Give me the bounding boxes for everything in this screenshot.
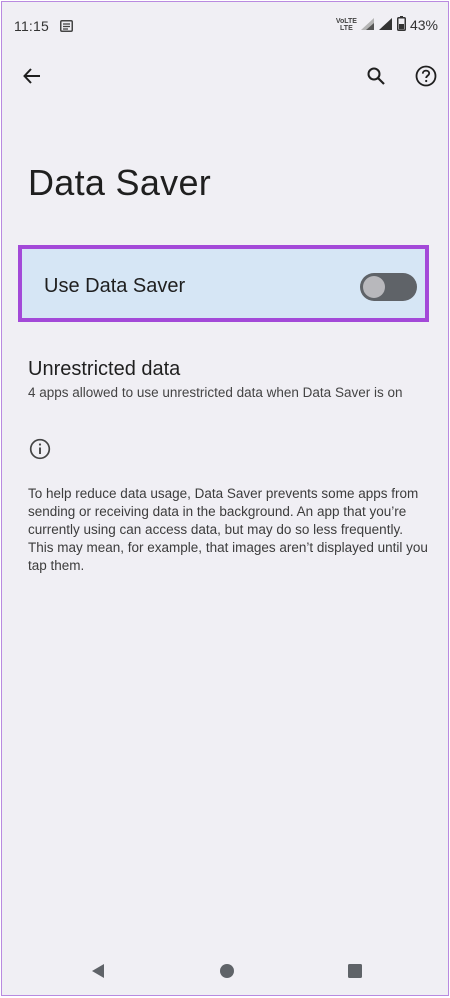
lte-label: LTE — [340, 25, 353, 32]
notification-icon — [60, 19, 73, 37]
help-button[interactable] — [408, 58, 444, 94]
battery-icon — [396, 16, 406, 34]
use-data-saver-label: Use Data Saver — [44, 275, 186, 297]
nav-recents-button[interactable] — [343, 959, 367, 983]
signal-icon — [378, 17, 393, 33]
toggle-thumb — [363, 276, 385, 298]
device-screen: 11:15 VoLTE LTE 43% Data Saver Use Data … — [1, 1, 449, 996]
back-triangle-icon — [92, 964, 104, 978]
status-time: 11:15 — [14, 18, 49, 34]
battery-percent: 43% — [409, 17, 438, 33]
info-icon — [29, 438, 51, 460]
data-saver-description: To help reduce data usage, Data Saver pr… — [28, 486, 428, 573]
use-data-saver-row[interactable]: Use Data Saver — [18, 245, 429, 322]
nav-back-button[interactable] — [86, 959, 110, 983]
unrestricted-data-item[interactable]: Unrestricted data 4 apps allowed to use … — [28, 358, 438, 400]
status-bar: 11:15 VoLTE LTE 43% — [2, 2, 448, 46]
unrestricted-data-title: Unrestricted data — [28, 358, 181, 380]
signal-icon-1 — [360, 17, 375, 33]
navigation-bar — [2, 947, 448, 995]
lte-icon: VoLTE LTE — [336, 18, 357, 32]
status-icons: VoLTE LTE 43% — [336, 16, 438, 34]
volte-label: VoLTE — [335, 18, 357, 25]
data-saver-toggle[interactable] — [360, 273, 417, 301]
help-icon — [415, 65, 437, 87]
page-title: Data Saver — [28, 162, 212, 203]
recents-square-icon — [348, 964, 362, 978]
home-circle-icon — [220, 964, 234, 978]
search-button[interactable] — [358, 58, 394, 94]
unrestricted-data-summary: 4 apps allowed to use unrestricted data … — [28, 385, 403, 400]
back-button[interactable] — [14, 58, 50, 94]
nav-home-button[interactable] — [215, 959, 239, 983]
search-icon — [367, 67, 385, 85]
arrow-back-icon — [23, 68, 40, 84]
